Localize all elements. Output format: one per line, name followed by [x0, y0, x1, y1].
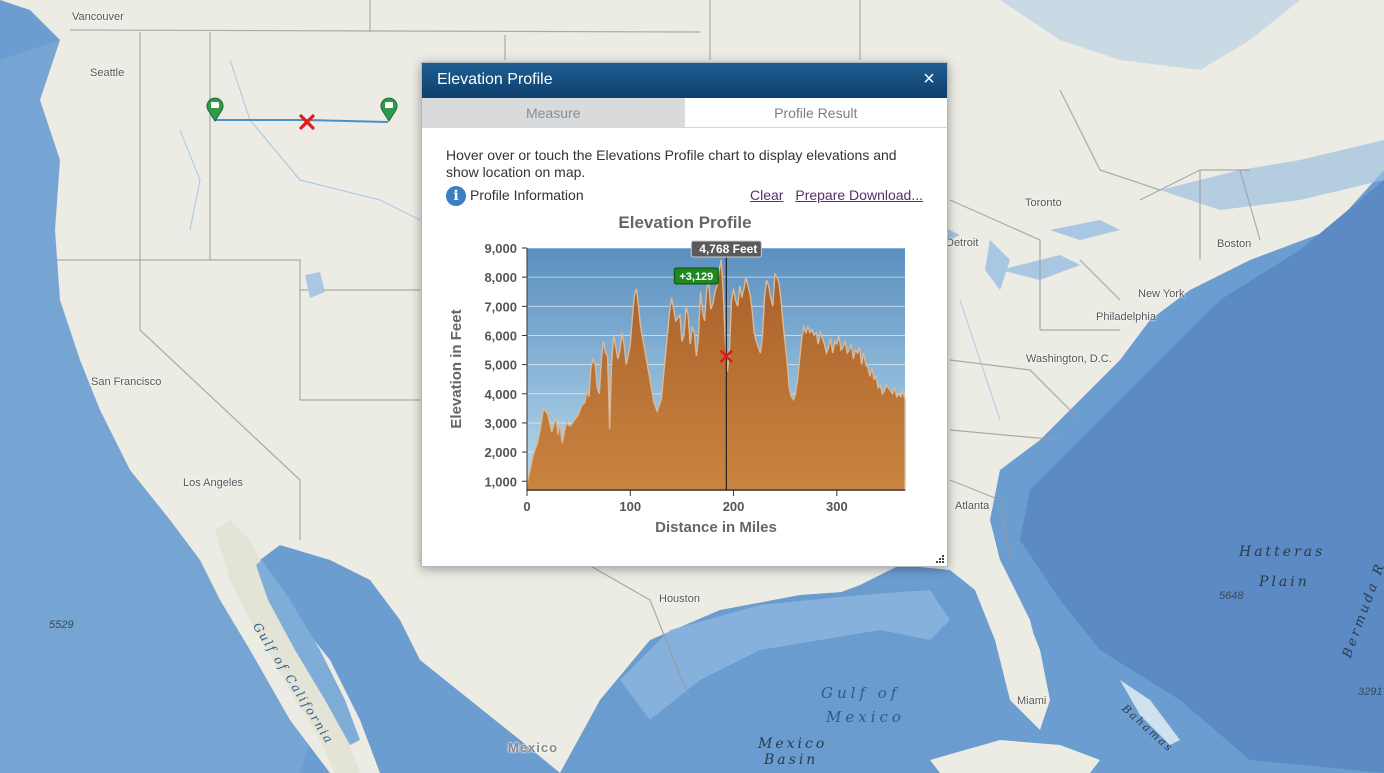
svg-text:+3,129: +3,129	[679, 271, 713, 283]
y-tick-label: 9,000	[484, 241, 517, 256]
ocean-label-hatteras: Hatteras	[1239, 544, 1326, 560]
y-tick-label: 6,000	[484, 328, 517, 343]
x-axis-ticks: 0 100 200 300	[523, 490, 848, 514]
city-label-washington: Washington, D.C.	[1026, 353, 1112, 365]
hover-location-cross-icon	[299, 114, 315, 130]
y-tick-label: 5,000	[484, 358, 517, 373]
city-label-san-francisco: San Francisco	[91, 376, 162, 388]
svg-text:4,768 Feet: 4,768 Feet	[699, 242, 757, 256]
city-label-los-angeles: Los Angeles	[183, 477, 243, 489]
depth-label-5648: 5648	[1219, 590, 1244, 602]
dialog-title: Elevation Profile	[437, 71, 553, 88]
ocean-label-mexico-basin-2: Basin	[764, 752, 819, 768]
ocean-label-gulf-of: Gulf of	[821, 684, 901, 702]
info-icon[interactable]: i	[446, 186, 466, 206]
tab-profile-result[interactable]: Profile Result	[684, 98, 947, 127]
city-label-detroit: Detroit	[946, 237, 979, 249]
profile-links: Clear Prepare Download...	[742, 187, 923, 203]
end-marker-icon[interactable]	[380, 96, 398, 122]
city-label-toronto: Toronto	[1025, 197, 1062, 209]
x-tick-label: 100	[619, 499, 641, 514]
y-tick-label: 3,000	[484, 416, 517, 431]
city-label-boston: Boston	[1217, 238, 1252, 250]
chart-title: Elevation Profile	[618, 213, 751, 232]
y-axis-ticks: 1,000 2,000 3,000 4,000 5,000 6,000 7,000 8,000…	[484, 241, 527, 489]
y-tick-label: 8,000	[484, 270, 517, 285]
ocean-label-mexico: Mexico	[826, 708, 905, 726]
depth-label-3291: 3291	[1358, 686, 1383, 698]
city-label-vancouver: Vancouver	[72, 11, 124, 23]
tab-measure[interactable]: Measure	[422, 98, 685, 127]
profile-information-label[interactable]: Profile Information	[470, 187, 584, 203]
dialog-content: Hover over or touch the Elevations Profi…	[422, 128, 947, 210]
city-label-new-york: New York	[1138, 288, 1185, 300]
y-tick-label: 4,000	[484, 387, 517, 402]
hover-gain-tooltip: +3,129	[673, 267, 719, 285]
x-tick-label: 0	[523, 499, 530, 514]
y-axis-label: Elevation in Feet	[448, 309, 465, 428]
resize-grip-icon[interactable]	[935, 554, 945, 564]
ocean-label-mexico-basin-1: Mexico	[758, 736, 828, 752]
profile-info-row: i Profile Information Clear Prepare Down…	[446, 184, 923, 210]
dialog-tabs: Measure Profile Result	[422, 98, 947, 128]
hover-instructions: Hover over or touch the Elevations Profi…	[446, 147, 897, 180]
prepare-download-link[interactable]: Prepare Download...	[795, 187, 923, 203]
clear-link[interactable]: Clear	[750, 187, 783, 203]
ocean-label-plain: Plain	[1259, 574, 1310, 590]
y-tick-label: 2,000	[484, 445, 517, 460]
close-icon[interactable]: ×	[920, 68, 938, 90]
city-label-houston: Houston	[659, 593, 700, 605]
x-tick-label: 300	[826, 499, 848, 514]
y-tick-label: 1,000	[484, 474, 517, 489]
country-label-mexico: Mexico	[508, 740, 559, 755]
elevation-profile-chart[interactable]: Elevation Profile 1,000 2,000 3,000 4,000 5,…	[446, 208, 926, 543]
x-axis-label: Distance in Miles	[655, 519, 777, 536]
elevation-profile-dialog: Elevation Profile × Measure Profile Resu…	[421, 62, 948, 567]
start-marker-icon[interactable]	[206, 96, 224, 122]
city-label-seattle: Seattle	[90, 67, 125, 79]
y-tick-label: 7,000	[484, 299, 517, 314]
depth-label-5529: 5529	[49, 619, 74, 631]
city-label-atlanta: Atlanta	[955, 500, 990, 512]
city-label-philadelphia: Philadelphia	[1096, 311, 1156, 323]
hover-elevation-tooltip: 4,768 Feet	[690, 240, 762, 258]
city-label-miami: Miami	[1017, 695, 1047, 707]
dialog-titlebar[interactable]: Elevation Profile ×	[422, 63, 947, 98]
x-tick-label: 200	[723, 499, 745, 514]
